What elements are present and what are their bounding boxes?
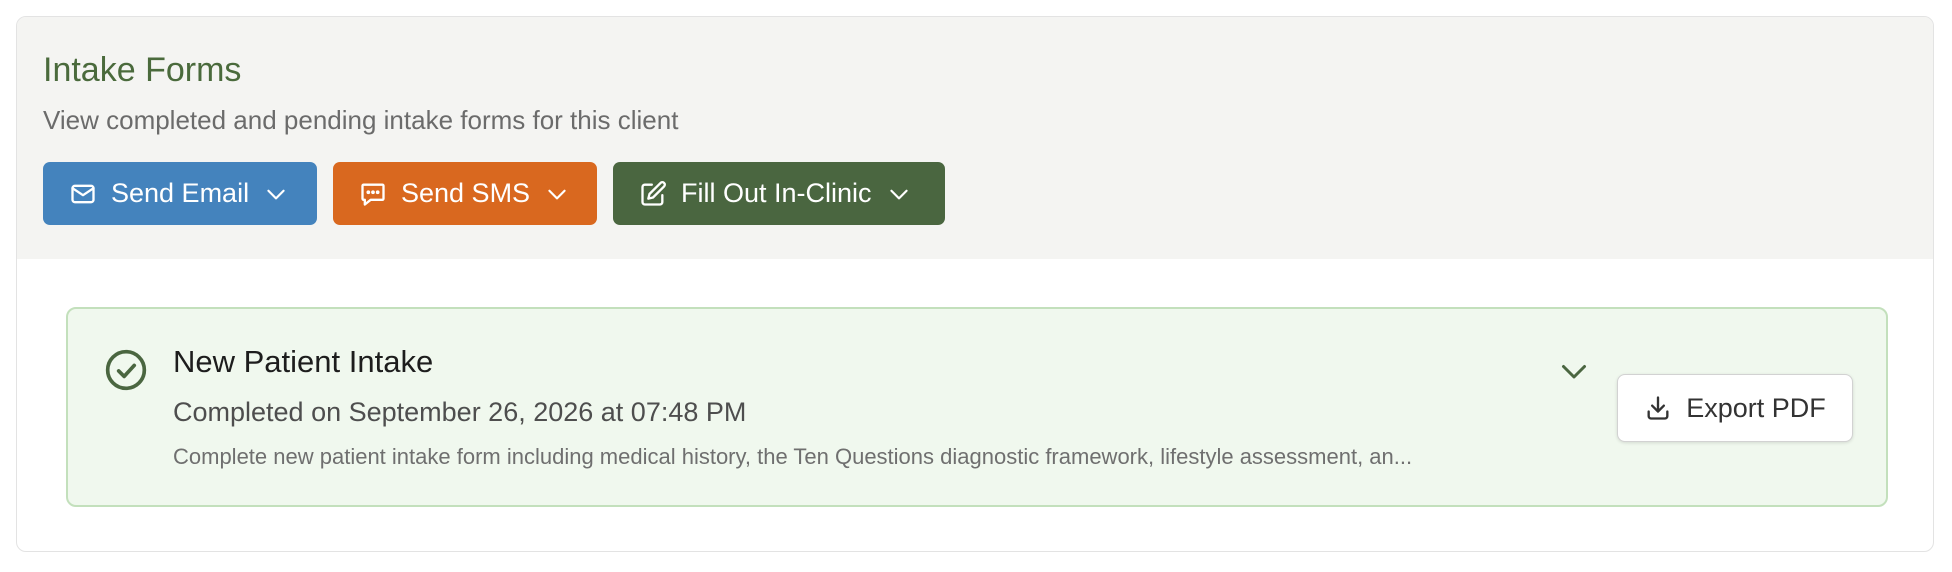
card-header: Intake Forms View completed and pending …	[17, 17, 1933, 259]
section-title: Intake Forms	[43, 51, 242, 89]
chevron-down-icon	[889, 189, 908, 199]
fill-out-in-clinic-button[interactable]: Fill Out In-Clinic	[613, 162, 945, 225]
mail-icon	[71, 184, 95, 203]
form-title: New Patient Intake	[173, 344, 434, 379]
download-icon	[1647, 396, 1669, 420]
list-item: New Patient Intake Completed on Septembe…	[66, 307, 1888, 507]
chevron-down-icon[interactable]	[1556, 353, 1592, 389]
edit-icon	[641, 180, 666, 206]
fill-out-in-clinic-label: Fill Out In-Clinic	[681, 178, 872, 208]
action-buttons: Send Email Send SMS Fill Out In-Clinic	[43, 162, 1907, 225]
export-pdf-label: Export PDF	[1686, 392, 1826, 423]
chevron-down-icon	[267, 189, 285, 199]
message-icon	[361, 183, 385, 206]
check-circle-icon	[105, 349, 147, 391]
send-sms-button[interactable]: Send SMS	[333, 162, 597, 225]
send-email-button[interactable]: Send Email	[43, 162, 317, 225]
section-subtitle: View completed and pending intake forms …	[43, 105, 679, 135]
chevron-down-icon	[548, 189, 566, 199]
form-completed-date: Completed on September 26, 2026 at 07:48…	[173, 397, 747, 427]
send-email-label: Send Email	[111, 178, 250, 208]
export-pdf-button[interactable]: Export PDF	[1617, 374, 1853, 442]
send-sms-label: Send SMS	[401, 178, 531, 208]
form-description: Complete new patient intake form includi…	[173, 444, 1413, 469]
forms-list: New Patient Intake Completed on Septembe…	[17, 259, 1933, 551]
intake-forms-card: Intake Forms View completed and pending …	[16, 16, 1934, 552]
